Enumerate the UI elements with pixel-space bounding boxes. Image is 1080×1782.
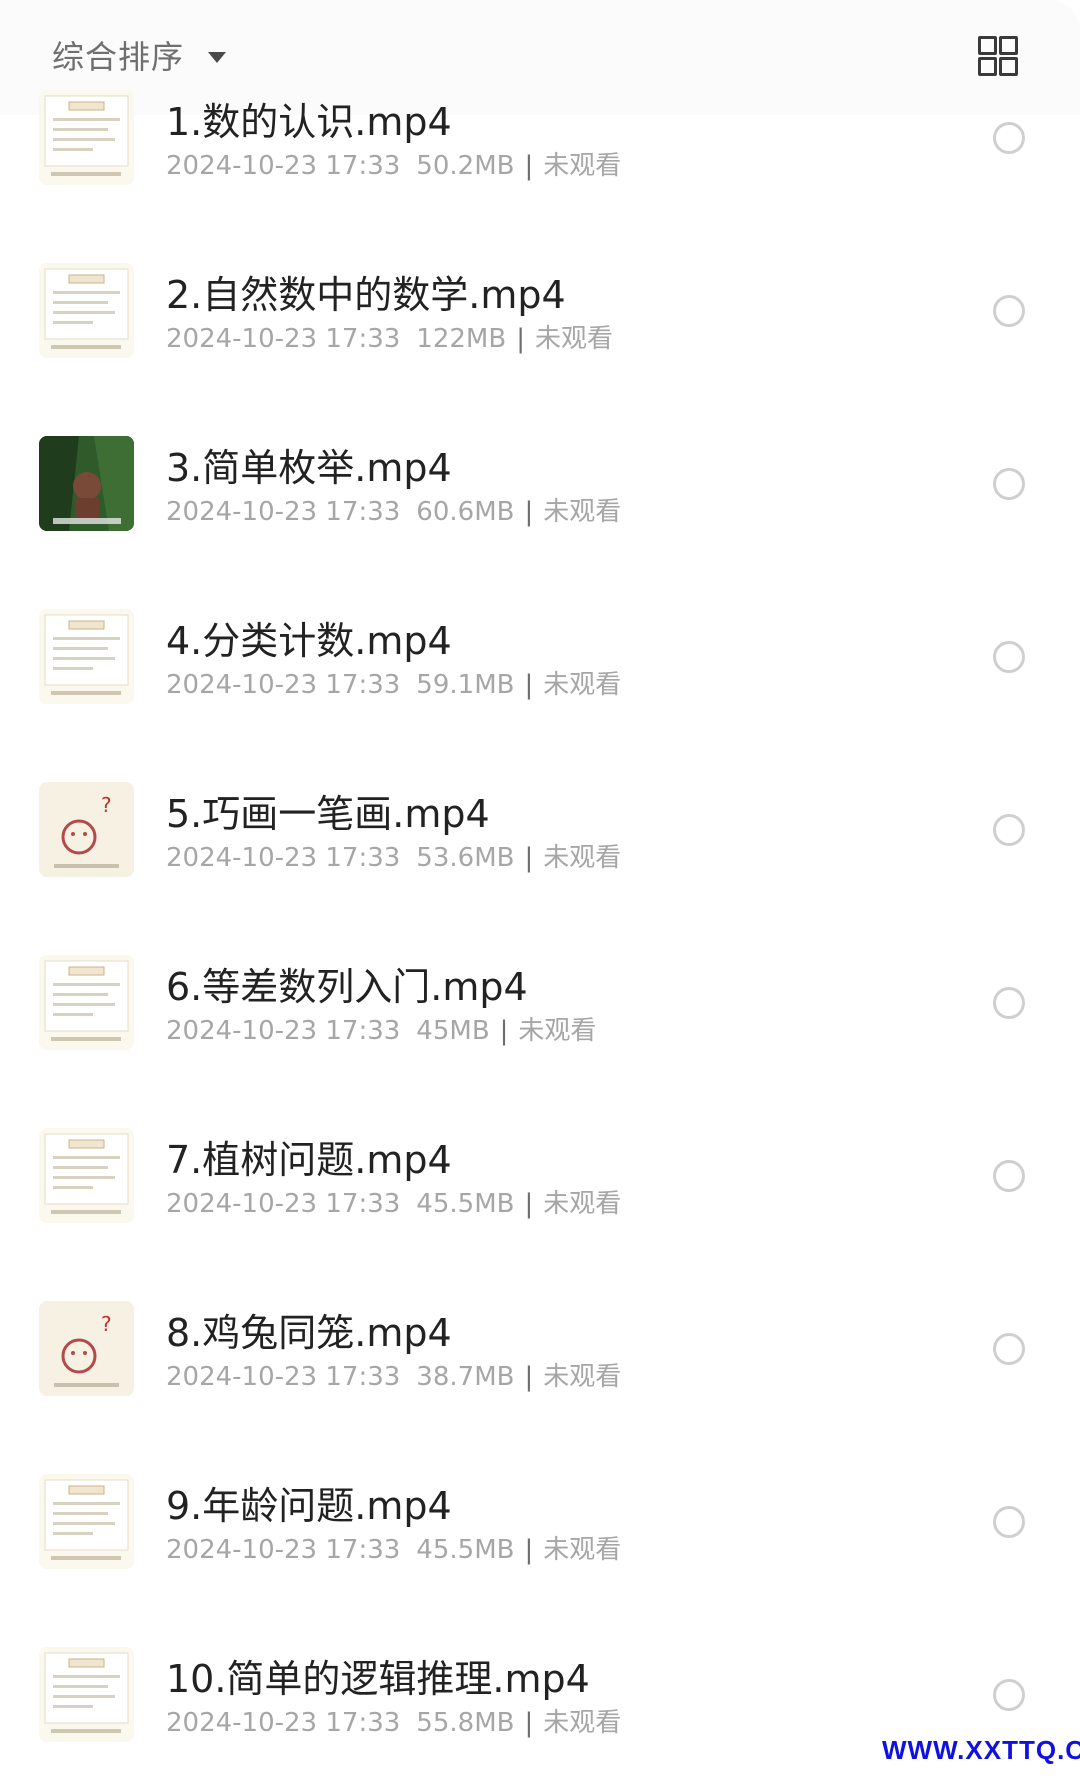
file-title: 1.数的认识.mp4 xyxy=(166,100,452,144)
file-list-item[interactable]: 3.简单枚举.mp4 2024-10-23 17:33 60.6MB | 未观看 xyxy=(0,398,1080,571)
file-meta: 2024-10-23 17:33 38.7MB | 未观看 xyxy=(166,1356,621,1393)
svg-text:?: ? xyxy=(101,793,112,817)
file-list-item[interactable]: ? 5.巧画一笔画.mp4 2024-10-23 17:33 53.6MB | 未观看 xyxy=(0,744,1080,917)
watch-status: 未观看 xyxy=(543,497,622,527)
video-thumbnail xyxy=(39,436,134,531)
meta-separator: | xyxy=(524,1708,534,1738)
file-size: 55.8MB xyxy=(416,1708,515,1738)
select-radio[interactable] xyxy=(993,987,1025,1019)
file-title: 6.等差数列入门.mp4 xyxy=(166,965,528,1009)
watch-status: 未观看 xyxy=(543,670,622,700)
select-radio[interactable] xyxy=(993,1160,1025,1192)
svg-text:?: ? xyxy=(101,1312,112,1336)
video-thumbnail xyxy=(39,1474,134,1569)
file-meta: 2024-10-23 17:33 45.5MB | 未观看 xyxy=(166,1529,621,1566)
file-title: 2.自然数中的数学.mp4 xyxy=(166,273,566,317)
select-radio[interactable] xyxy=(993,295,1025,327)
meta-separator: | xyxy=(524,1189,534,1219)
watch-status: 未观看 xyxy=(543,1362,622,1392)
meta-separator: | xyxy=(524,151,534,181)
video-thumbnail: ? xyxy=(39,782,134,877)
file-meta: 2024-10-23 17:33 45MB | 未观看 xyxy=(166,1010,596,1047)
file-size: 45MB xyxy=(416,1016,490,1046)
file-list-item[interactable]: ? 8.鸡兔同笼.mp4 2024-10-23 17:33 38.7MB | 未观看 xyxy=(0,1263,1080,1436)
file-list-item[interactable]: 4.分类计数.mp4 2024-10-23 17:33 59.1MB | 未观看 xyxy=(0,571,1080,744)
file-meta: 2024-10-23 17:33 50.2MB | 未观看 xyxy=(166,145,621,182)
file-meta: 2024-10-23 17:33 53.6MB | 未观看 xyxy=(166,837,621,874)
file-size: 122MB xyxy=(416,324,507,354)
file-date: 2024-10-23 17:33 xyxy=(166,670,401,700)
file-date: 2024-10-23 17:33 xyxy=(166,497,401,527)
meta-separator: | xyxy=(524,843,534,873)
meta-separator: | xyxy=(524,497,534,527)
file-date: 2024-10-23 17:33 xyxy=(166,1189,401,1219)
watch-status: 未观看 xyxy=(543,1708,622,1738)
select-radio[interactable] xyxy=(993,1333,1025,1365)
file-size: 45.5MB xyxy=(416,1535,515,1565)
meta-separator: | xyxy=(524,670,534,700)
file-list-item[interactable]: 9.年龄问题.mp4 2024-10-23 17:33 45.5MB | 未观看 xyxy=(0,1436,1080,1609)
select-radio[interactable] xyxy=(993,814,1025,846)
file-title: 3.简单枚举.mp4 xyxy=(166,446,452,490)
watermark-text: WWW.XXTTQ.COM xyxy=(882,1735,1080,1765)
file-title: 5.巧画一笔画.mp4 xyxy=(166,792,490,836)
video-thumbnail xyxy=(39,90,134,185)
file-meta: 2024-10-23 17:33 122MB | 未观看 xyxy=(166,318,613,355)
watch-status: 未观看 xyxy=(534,324,613,354)
file-title: 9.年龄问题.mp4 xyxy=(166,1484,452,1528)
file-size: 53.6MB xyxy=(416,843,515,873)
file-list-item[interactable]: 2.自然数中的数学.mp4 2024-10-23 17:33 122MB | 未观看 xyxy=(0,225,1080,398)
file-date: 2024-10-23 17:33 xyxy=(166,1362,401,1392)
video-thumbnail xyxy=(39,263,134,358)
video-thumbnail xyxy=(39,609,134,704)
watch-status: 未观看 xyxy=(543,843,622,873)
meta-separator: | xyxy=(499,1016,509,1046)
file-size: 50.2MB xyxy=(416,151,515,181)
file-meta: 2024-10-23 17:33 60.6MB | 未观看 xyxy=(166,491,621,528)
meta-separator: | xyxy=(516,324,525,354)
file-list-item[interactable]: 7.植树问题.mp4 2024-10-23 17:33 45.5MB | 未观看 xyxy=(0,1090,1080,1263)
file-size: 38.7MB xyxy=(416,1362,515,1392)
file-size: 59.1MB xyxy=(416,670,515,700)
video-thumbnail xyxy=(39,955,134,1050)
video-thumbnail: ? xyxy=(39,1301,134,1396)
video-thumbnail xyxy=(39,1128,134,1223)
file-date: 2024-10-23 17:33 xyxy=(166,1535,401,1565)
file-list-item[interactable]: 1.数的认识.mp4 2024-10-23 17:33 50.2MB | 未观看 xyxy=(0,52,1080,225)
file-title: 7.植树问题.mp4 xyxy=(166,1138,452,1182)
meta-separator: | xyxy=(524,1362,534,1392)
select-radio[interactable] xyxy=(993,641,1025,673)
watch-status: 未观看 xyxy=(543,151,622,181)
file-meta: 2024-10-23 17:33 55.8MB | 未观看 xyxy=(166,1702,621,1739)
file-size: 45.5MB xyxy=(416,1189,515,1219)
select-radio[interactable] xyxy=(993,122,1025,154)
file-list-item[interactable]: 6.等差数列入门.mp4 2024-10-23 17:33 45MB | 未观看 xyxy=(0,917,1080,1090)
file-date: 2024-10-23 17:33 xyxy=(166,1016,401,1046)
video-thumbnail xyxy=(39,1647,134,1742)
watch-status: 未观看 xyxy=(543,1189,622,1219)
select-radio[interactable] xyxy=(993,468,1025,500)
watch-status: 未观看 xyxy=(518,1016,597,1046)
meta-separator: | xyxy=(524,1535,534,1565)
file-title: 8.鸡兔同笼.mp4 xyxy=(166,1311,452,1355)
select-radio[interactable] xyxy=(993,1506,1025,1538)
file-date: 2024-10-23 17:33 xyxy=(166,324,401,354)
file-date: 2024-10-23 17:33 xyxy=(166,151,401,181)
watch-status: 未观看 xyxy=(543,1535,622,1565)
file-meta: 2024-10-23 17:33 59.1MB | 未观看 xyxy=(166,664,621,701)
file-date: 2024-10-23 17:33 xyxy=(166,843,401,873)
file-date: 2024-10-23 17:33 xyxy=(166,1708,401,1738)
file-title: 10.简单的逻辑推理.mp4 xyxy=(166,1657,590,1701)
file-meta: 2024-10-23 17:33 45.5MB | 未观看 xyxy=(166,1183,621,1220)
file-size: 60.6MB xyxy=(416,497,515,527)
file-title: 4.分类计数.mp4 xyxy=(166,619,452,663)
select-radio[interactable] xyxy=(993,1679,1025,1711)
